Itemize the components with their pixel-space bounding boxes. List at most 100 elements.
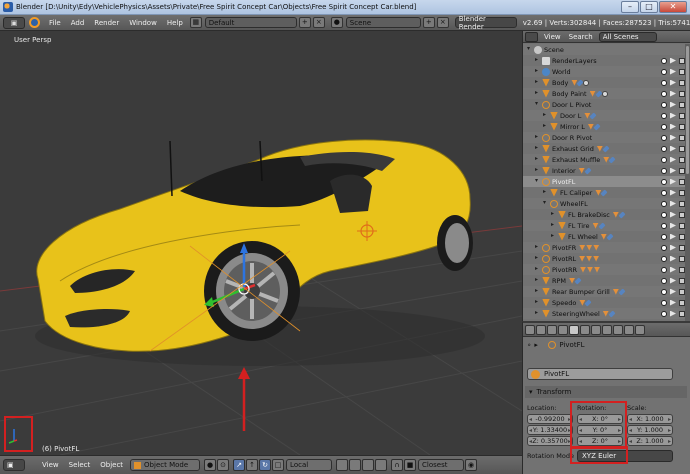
eye-icon[interactable] [661,288,667,295]
wrench-icon[interactable] [584,298,592,307]
wrench-icon[interactable] [608,155,616,164]
mesh-icon[interactable] [586,255,593,262]
eye-icon[interactable] [661,200,667,207]
expand-right-icon[interactable]: ▸ [549,233,556,240]
outliner-row[interactable]: ▸ Rear Bumper Grill [523,286,686,297]
location-z-field[interactable]: Z: 0.35700 [527,436,573,446]
cursor-icon[interactable] [670,101,676,108]
outliner-row[interactable]: ▸ Body [523,77,686,88]
wrench-icon[interactable] [595,89,603,98]
cursor-icon[interactable] [670,211,676,218]
cursor-icon[interactable] [670,145,676,152]
expand-right-icon[interactable]: ▸ [533,244,540,251]
eye-icon[interactable] [661,90,667,97]
scale-manipulator-button[interactable]: □ [272,459,285,471]
cursor-icon[interactable] [670,310,676,317]
expand-down-icon[interactable]: ▾ [533,178,540,185]
remove-scene-button[interactable]: × [436,17,449,28]
close-button[interactable]: ✕ [659,0,687,13]
expand-right-icon[interactable]: ▸ [533,167,540,174]
outliner-row[interactable]: ▸ Exhaust Muffle [523,154,686,165]
cursor-icon[interactable] [670,266,676,273]
expand-right-icon[interactable]: ▸ [533,156,540,163]
expand-right-icon[interactable]: ▸ [533,299,540,306]
expand-down-icon[interactable]: ▾ [525,46,532,53]
expand-right-icon[interactable]: ▸ [549,211,556,218]
magnet-icon[interactable]: ∩ [391,459,404,471]
translate-manipulator-button[interactable]: ↑ [246,459,259,471]
wrench-icon[interactable] [593,122,601,131]
pin-icon[interactable]: ∘ [527,341,531,349]
scale-x-field[interactable]: X: 1.000 [627,414,673,424]
outliner-row[interactable]: ▸ RenderLayers [523,55,686,66]
eye-icon[interactable] [661,211,667,218]
cursor-icon[interactable] [670,167,676,174]
mode-dropdown[interactable]: Object Mode [130,459,201,471]
remove-layout-button[interactable]: × [312,17,325,28]
expand-down-icon[interactable]: ▾ [541,200,548,207]
menu-window[interactable]: Window [124,19,162,27]
eye-icon[interactable] [661,57,667,64]
mesh-icon[interactable] [594,266,600,273]
wrench-icon[interactable] [589,111,597,120]
minimize-button[interactable]: – [621,0,639,13]
cursor-icon[interactable] [670,123,676,130]
location-y-field[interactable]: Y: 1.33400 [527,425,573,435]
expand-right-icon[interactable]: ▸ [533,79,540,86]
menu-render[interactable]: Render [89,19,124,27]
mesh-icon[interactable] [580,266,586,273]
cursor-icon[interactable] [670,233,676,240]
mesh-icon[interactable] [587,266,593,273]
cursor-icon[interactable] [670,156,676,163]
wrench-icon[interactable] [600,188,608,197]
render-preview-button[interactable]: ◉ [465,459,478,471]
viewport-shading-button[interactable]: ● [204,459,217,471]
expand-right-icon[interactable]: ▸ [533,90,540,97]
scene-tab-icon[interactable] [547,324,557,335]
texture-tab-icon[interactable] [613,324,623,335]
outliner-row[interactable]: ▸ Interior [523,165,686,176]
pivot-point-button[interactable]: ⊙ [217,459,230,471]
expand-right-icon[interactable]: ▸ [533,145,540,152]
outliner-row[interactable]: ▾ Door L Pivot [523,99,686,110]
outliner-row[interactable]: ▾ PivotFL [523,176,686,187]
wrench-icon[interactable] [618,287,626,296]
outliner-row[interactable]: ▸ World [523,66,686,77]
outliner-row[interactable]: ▸ FL Wheel [523,231,686,242]
wrench-icon[interactable] [597,221,606,230]
cursor-icon[interactable] [670,90,676,97]
outliner-row[interactable]: ▸ Door R Pivot [523,132,686,143]
menu-view[interactable]: View [37,461,64,469]
object-name-field[interactable]: PivotFL [527,368,673,380]
menu-file[interactable]: File [44,19,66,27]
eye-icon[interactable] [661,112,667,119]
cursor-icon[interactable] [670,68,676,75]
cursor-icon[interactable] [670,178,676,185]
editor-type-button[interactable] [525,31,538,42]
outliner-filter-dropdown[interactable]: All Scenes [598,31,657,42]
wrench-icon[interactable] [602,144,610,153]
expand-down-icon[interactable]: ▾ [533,101,540,108]
eye-icon[interactable] [661,255,667,262]
render-engine-dropdown[interactable]: Blender Render [454,15,517,31]
transform-panel-header[interactable]: ▾ Transform [525,386,687,398]
outliner-row[interactable]: ▾ Scene [523,44,686,55]
expand-right-icon[interactable]: ▸ [533,277,540,284]
add-layout-button[interactable]: + [298,17,311,28]
expand-right-icon[interactable]: ▸ [533,57,540,64]
wrench-icon[interactable] [606,232,614,241]
expand-right-icon[interactable]: ▸ [533,255,540,262]
object-tab-icon[interactable] [569,324,579,335]
outliner-row[interactable]: ▸ FL Caliper [523,187,686,198]
outliner-row[interactable]: ▸ RPM [523,275,686,286]
scale-y-field[interactable]: Y: 1.000 [627,425,673,435]
expand-right-icon[interactable]: ▸ [533,68,540,75]
eye-icon[interactable] [661,266,667,273]
expand-right-icon[interactable]: ▸ [541,189,548,196]
editor-type-button[interactable]: ▣ [3,459,25,471]
location-x-field[interactable]: -0.99200 [527,414,573,424]
mesh-icon[interactable] [593,255,600,262]
3d-viewport[interactable]: User Persp (6) PivotFL [0,31,522,455]
menu-add[interactable]: Add [66,19,90,27]
material-tab-icon[interactable] [602,324,612,335]
